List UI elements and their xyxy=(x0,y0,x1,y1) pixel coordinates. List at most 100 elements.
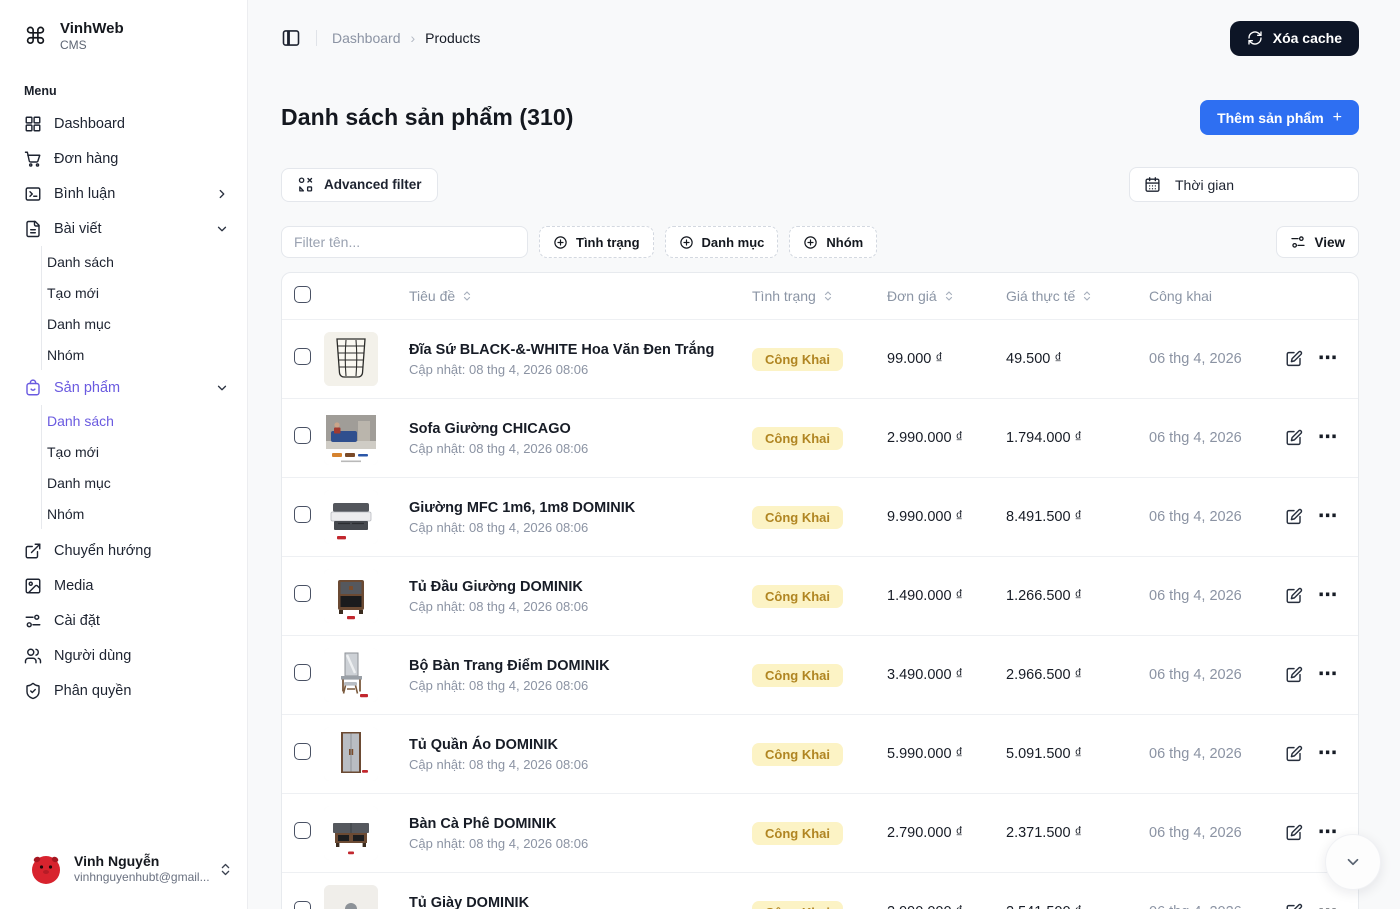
public-date: 06 thg 4, 2026 xyxy=(1149,825,1285,841)
brand-subtitle: CMS xyxy=(60,38,124,52)
sidebar-item-users[interactable]: Người dùng xyxy=(0,638,247,673)
status-badge: Công Khai xyxy=(752,506,843,529)
sidebar-item-settings[interactable]: Cài đặt xyxy=(0,603,247,638)
header-public-label: Công khai xyxy=(1149,288,1212,304)
sidebar-item-label: Bài viết xyxy=(54,221,203,237)
edit-icon[interactable] xyxy=(1285,508,1303,526)
view-button[interactable]: View xyxy=(1276,226,1359,258)
add-product-label: Thêm sản phẩm xyxy=(1217,110,1324,126)
row-checkbox[interactable] xyxy=(294,822,311,839)
row-menu-icon[interactable]: ⋯ xyxy=(1318,511,1338,522)
row-checkbox[interactable] xyxy=(294,743,311,760)
header-title-label: Tiêu đề xyxy=(409,288,455,304)
edit-icon[interactable] xyxy=(1285,587,1303,605)
actual-price: 1.266.500 ₫ xyxy=(1006,588,1149,604)
status-badge: Công Khai xyxy=(752,743,843,766)
product-title[interactable]: Sofa Giường CHICAGO xyxy=(409,421,752,437)
chevrons-up-down-icon xyxy=(218,862,233,877)
status-filter-button[interactable]: Tình trạng xyxy=(539,226,654,258)
product-title[interactable]: Tủ Đầu Giường DOMINIK xyxy=(409,579,752,595)
header-actual-price[interactable]: Giá thực tế xyxy=(1006,288,1149,304)
sidebar-item-label: Chuyển hướng xyxy=(54,543,229,559)
sidebar-item-permissions[interactable]: Phân quyền xyxy=(0,673,247,708)
group-filter-button[interactable]: Nhóm xyxy=(789,226,877,258)
subitem-label: Tạo mới xyxy=(47,444,99,460)
sidebar-subitem-products-groups[interactable]: Nhóm xyxy=(42,498,247,529)
scroll-down-button[interactable] xyxy=(1325,834,1381,890)
advanced-filter-button[interactable]: Advanced filter xyxy=(281,168,438,202)
sidebar-item-products[interactable]: Sản phẩm xyxy=(0,370,247,405)
product-title[interactable]: Giường MFC 1m6, 1m8 DOMINIK xyxy=(409,500,752,516)
sidebar-item-posts[interactable]: Bài viết xyxy=(0,211,247,246)
sidebar-toggle-icon[interactable] xyxy=(281,28,301,48)
unit-price: 1.490.000 ₫ xyxy=(887,588,1006,604)
row-menu-icon[interactable]: ⋯ xyxy=(1318,669,1338,680)
sidebar-subitem-posts-groups[interactable]: Nhóm xyxy=(42,339,247,370)
brand[interactable]: ⌘ VinhWeb CMS xyxy=(0,18,247,60)
group-filter-label: Nhóm xyxy=(826,235,863,250)
subitem-label: Danh mục xyxy=(47,316,111,332)
header-status[interactable]: Tình trạng xyxy=(752,288,887,304)
sidebar-subitem-products-categories[interactable]: Danh mục xyxy=(42,467,247,498)
edit-icon[interactable] xyxy=(1285,745,1303,763)
subitem-label: Danh sách xyxy=(47,254,114,270)
row-checkbox[interactable] xyxy=(294,585,311,602)
category-filter-button[interactable]: Danh mục xyxy=(665,226,779,258)
edit-icon[interactable] xyxy=(1285,824,1303,842)
select-all-checkbox[interactable] xyxy=(294,286,311,303)
row-menu-icon[interactable]: ⋯ xyxy=(1318,590,1338,601)
sidebar-item-dashboard[interactable]: Dashboard xyxy=(0,106,247,141)
shapes-icon xyxy=(297,176,314,193)
public-date: 06 thg 4, 2026 xyxy=(1149,904,1285,909)
sidebar-item-media[interactable]: Media xyxy=(0,568,247,603)
sidebar-subitem-posts-categories[interactable]: Danh mục xyxy=(42,308,247,339)
actual-price: 8.491.500 ₫ xyxy=(1006,509,1149,525)
plus-circle-icon xyxy=(803,235,818,250)
edit-icon[interactable] xyxy=(1285,429,1303,447)
edit-icon[interactable] xyxy=(1285,666,1303,684)
row-menu-icon[interactable]: ⋯ xyxy=(1318,827,1338,838)
breadcrumb-dashboard[interactable]: Dashboard xyxy=(332,30,401,46)
view-label: View xyxy=(1314,235,1345,250)
row-checkbox[interactable] xyxy=(294,664,311,681)
edit-icon[interactable] xyxy=(1285,350,1303,368)
sort-icon xyxy=(822,290,834,302)
time-filter-button[interactable]: Thời gian xyxy=(1129,167,1359,202)
add-product-button[interactable]: Thêm sản phẩm + xyxy=(1200,100,1359,135)
product-title[interactable]: Bộ Bàn Trang Điểm DOMINIK xyxy=(409,658,752,674)
page-header: Danh sách sản phẩm (310) Thêm sản phẩm + xyxy=(281,100,1359,135)
edit-icon[interactable] xyxy=(1285,903,1303,909)
header-unit-price[interactable]: Đơn giá xyxy=(887,288,1006,304)
sidebar-item-comments[interactable]: Bình luận xyxy=(0,176,247,211)
clear-cache-button[interactable]: Xóa cache xyxy=(1230,21,1359,56)
user-menu[interactable]: Vinh Nguyễn vinhnguyenhubt@gmail... xyxy=(0,843,247,895)
row-checkbox[interactable] xyxy=(294,348,311,365)
filter-name-input[interactable] xyxy=(281,226,528,258)
sidebar-item-orders[interactable]: Đơn hàng xyxy=(0,141,247,176)
sidebar-subitem-posts-list[interactable]: Danh sách xyxy=(42,246,247,277)
public-date: 06 thg 4, 2026 xyxy=(1149,746,1285,762)
table-row: Bộ Bàn Trang Điểm DOMINIK Cập nhật: 08 t… xyxy=(282,636,1358,715)
row-checkbox[interactable] xyxy=(294,427,311,444)
sidebar-subitem-products-list[interactable]: Danh sách xyxy=(42,405,247,436)
row-menu-icon[interactable]: ⋯ xyxy=(1318,353,1338,364)
table-row: Đĩa Sứ BLACK-&-WHITE Hoa Văn Đen Trắng C… xyxy=(282,320,1358,399)
sidebar-item-redirects[interactable]: Chuyển hướng xyxy=(0,533,247,568)
product-title[interactable]: Đĩa Sứ BLACK-&-WHITE Hoa Văn Đen Trắng xyxy=(409,342,752,358)
row-menu-icon[interactable]: ⋯ xyxy=(1318,432,1338,443)
product-updated: Cập nhật: 08 thg 4, 2026 08:06 xyxy=(409,599,752,614)
unit-price: 9.990.000 ₫ xyxy=(887,509,1006,525)
sidebar-subitem-products-create[interactable]: Tạo mới xyxy=(42,436,247,467)
header-public: Công khai xyxy=(1149,288,1285,304)
chevron-down-icon xyxy=(1344,853,1362,871)
product-title[interactable]: Bàn Cà Phê DOMINIK xyxy=(409,816,752,832)
product-title[interactable]: Tủ Giày DOMINIK xyxy=(409,895,752,909)
header-title[interactable]: Tiêu đề xyxy=(409,288,752,304)
public-date: 06 thg 4, 2026 xyxy=(1149,430,1285,446)
row-checkbox[interactable] xyxy=(294,506,311,523)
sidebar-subitem-posts-create[interactable]: Tạo mới xyxy=(42,277,247,308)
row-checkbox[interactable] xyxy=(294,901,311,909)
product-title[interactable]: Tủ Quần Áo DOMINIK xyxy=(409,737,752,753)
sliders-icon xyxy=(1290,234,1306,250)
row-menu-icon[interactable]: ⋯ xyxy=(1318,748,1338,759)
